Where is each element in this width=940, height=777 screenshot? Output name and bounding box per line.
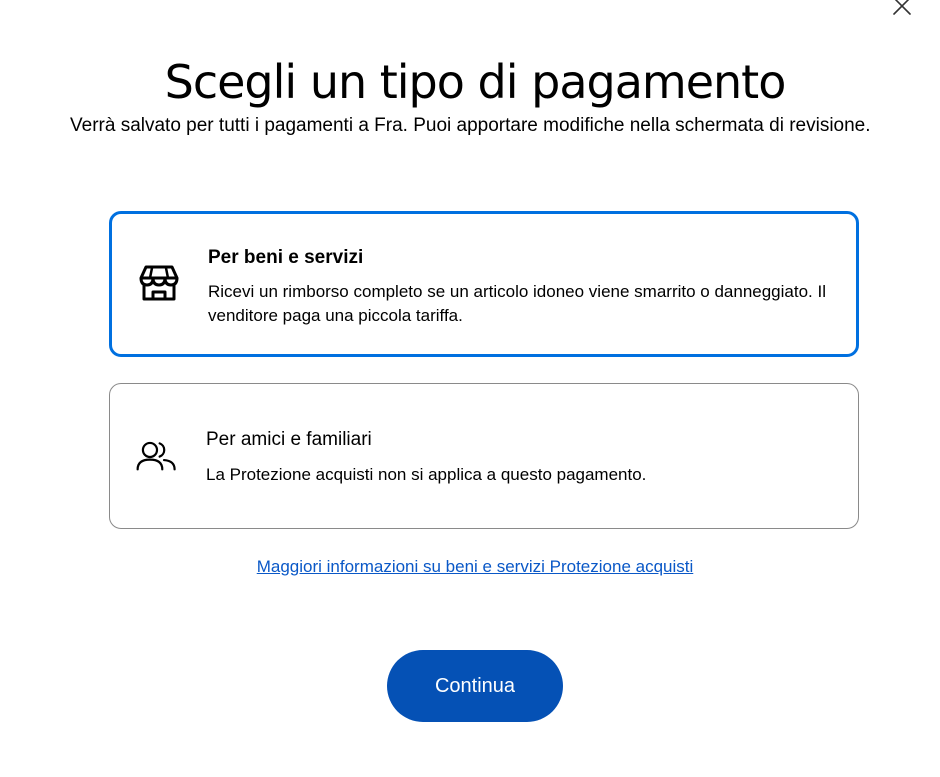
people-icon (136, 441, 176, 471)
option-title: Per amici e familiari (206, 429, 372, 450)
purchase-protection-info-link[interactable]: Maggiori informazioni su beni e servizi … (257, 557, 694, 576)
option-description: Ricevi un rimborso completo se un artico… (208, 282, 826, 325)
option-friends-family[interactable]: Per amici e familiari La Protezione acqu… (109, 383, 859, 529)
storefront-icon (139, 265, 179, 301)
close-button[interactable] (888, 0, 916, 20)
option-description: La Protezione acquisti non si applica a … (206, 465, 647, 484)
option-goods-services[interactable]: Per beni e servizi Ricevi un rimborso co… (109, 211, 859, 357)
close-icon (893, 0, 911, 15)
continue-button[interactable]: Continua (387, 650, 563, 722)
info-link-container: Maggiori informazioni su beni e servizi … (0, 557, 940, 577)
dialog-subtitle: Verrà salvato per tutti i pagamenti a Fr… (70, 115, 871, 136)
option-title: Per beni e servizi (208, 247, 364, 268)
dialog-title: Scegli un tipo di pagamento (164, 55, 787, 109)
